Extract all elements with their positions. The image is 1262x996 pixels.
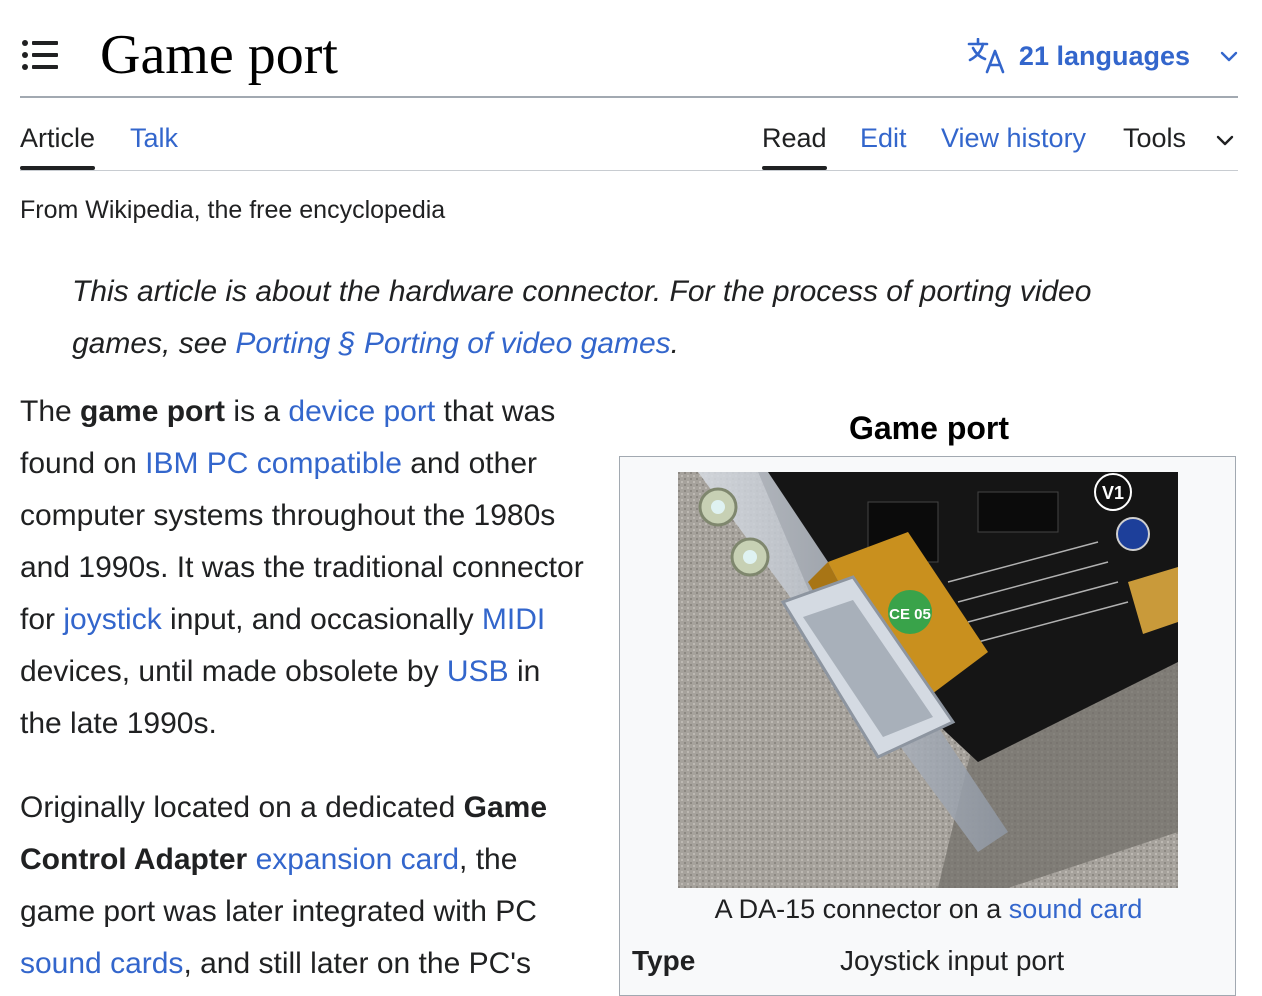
tab-article[interactable]: Article — [20, 122, 96, 170]
link-ibm-pc-compatible[interactable]: IBM PC compatible — [145, 447, 402, 480]
tab-edit[interactable]: Edit — [860, 122, 907, 154]
hatnote: This article is about the hardware conne… — [72, 266, 1192, 370]
chevron-down-icon[interactable] — [1216, 134, 1234, 146]
tabs-divider — [20, 170, 1238, 171]
hatnote-link[interactable]: Porting § Porting of video games — [235, 327, 670, 360]
infobox-row-value: Joystick input port — [840, 945, 1065, 976]
translate-icon — [967, 38, 1005, 74]
toc-toggle-button[interactable] — [20, 38, 60, 72]
language-selector-button[interactable]: 21 languages — [967, 36, 1238, 76]
link-midi[interactable]: MIDI — [482, 603, 545, 636]
chevron-down-icon — [1220, 51, 1238, 62]
infobox-image[interactable]: V1 CE 05 — [678, 472, 1178, 888]
wikipedia-article-page: Game port 21 languages Article Talk Read… — [0, 0, 1262, 996]
link-usb[interactable]: USB — [447, 655, 509, 688]
tab-view-history[interactable]: View history — [941, 122, 1086, 154]
bold-term: game port — [80, 395, 226, 428]
link-device-port[interactable]: device port — [288, 395, 435, 428]
languages-label: 21 languages — [1018, 40, 1190, 71]
link-expansion-card[interactable]: expansion card — [256, 843, 459, 876]
page-tabs: Article Talk Read Edit View history Tool… — [20, 98, 1238, 170]
infobox: V1 CE 05 A DA-15 connector on a sound ca… — [619, 456, 1236, 996]
board-badge: CE 05 — [889, 606, 931, 623]
hatnote-end: . — [670, 327, 680, 360]
site-tagline: From Wikipedia, the free encyclopedia — [20, 196, 446, 224]
page-title: Game port — [100, 24, 338, 86]
infobox-row-label: Type — [632, 945, 696, 976]
tab-talk[interactable]: Talk — [130, 122, 178, 154]
infobox-caption: A DA-15 connector on a sound card — [714, 894, 1143, 924]
tab-read[interactable]: Read — [762, 122, 827, 170]
second-paragraph: Originally located on a dedicated Game C… — [20, 791, 548, 980]
sound-card-photo: V1 CE 05 — [678, 472, 1178, 888]
link-joystick[interactable]: joystick — [63, 603, 161, 636]
board-label-v1: V1 — [1102, 483, 1124, 503]
tab-tools[interactable]: Tools — [1123, 122, 1186, 154]
infobox-title: Game port — [848, 410, 1010, 446]
page-header: Game port 21 languages — [20, 20, 1238, 96]
link-sound-cards[interactable]: sound cards — [20, 947, 183, 980]
intro-paragraph: The game port is a device port that was … — [20, 395, 584, 740]
link-sound-card[interactable]: sound card — [1009, 894, 1143, 924]
